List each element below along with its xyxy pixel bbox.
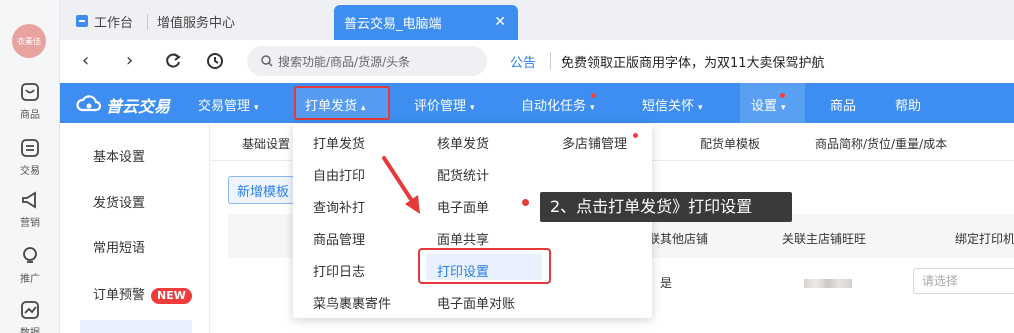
- nav-automation-label: 自动化任务: [521, 99, 587, 114]
- multi-shop-dot: [633, 133, 638, 138]
- chevron-down-icon: ▾: [254, 103, 259, 113]
- menu-item-query-reprint[interactable]: 查询补打: [313, 197, 365, 216]
- nav-sms-label: 短信关怀: [642, 99, 695, 114]
- product-icon: [21, 83, 39, 101]
- tab-workbench[interactable]: 工作台: [75, 10, 133, 32]
- tab-separator: [147, 14, 148, 30]
- chevron-down-icon: ▾: [590, 103, 595, 113]
- menu-item-waybill-share[interactable]: 面单共享: [437, 229, 489, 248]
- th-main-shop-wangwang: 关联主店铺旺旺: [782, 232, 867, 246]
- subtab-product-abbr[interactable]: 商品简称/货位/重量/成本: [815, 135, 947, 152]
- refresh-icon[interactable]: [164, 52, 182, 70]
- nav-trade-mgmt-label: 交易管理: [198, 99, 251, 114]
- logo-text: 普云交易: [106, 97, 171, 116]
- sidebar-active-item[interactable]: [80, 320, 192, 333]
- rail-item-marketing[interactable]: 营销: [0, 190, 60, 229]
- nav-sms-care[interactable]: 短信关怀 ▾: [642, 95, 703, 114]
- new-badge: NEW: [151, 288, 192, 304]
- back-icon[interactable]: ‹: [82, 50, 89, 71]
- new-template-button[interactable]: 新增模板: [228, 176, 298, 204]
- menu-item-cainiao-send[interactable]: 菜鸟裹裹寄件: [313, 293, 391, 312]
- rail-item-trade[interactable]: 交易: [0, 138, 60, 177]
- tab-value-added[interactable]: 增值服务中心: [157, 10, 235, 32]
- menu-item-multi-shop[interactable]: 多店铺管理: [562, 133, 627, 152]
- nav-automation[interactable]: 自动化任务 ▾: [521, 95, 595, 114]
- marketing-icon: [22, 191, 36, 209]
- chevron-up-icon: ▴: [361, 103, 366, 113]
- rail-label-promotion: 推广: [20, 274, 40, 285]
- nav-dadan-fahuo[interactable]: 打单发货 ▴: [305, 95, 366, 114]
- nav-trade-mgmt[interactable]: 交易管理 ▾: [198, 95, 259, 114]
- logo[interactable]: 普云交易: [76, 93, 170, 117]
- main-nav: 普云交易 交易管理 ▾ 打单发货 ▴ 评价管理 ▾ 自动化任务 ▾ 短信关怀 ▾ 设置 ▾ …: [60, 83, 1014, 123]
- chevron-down-icon: ▾: [470, 103, 475, 113]
- search-input[interactable]: 搜索功能/商品/货源/头条: [247, 46, 487, 76]
- tab-value-added-label: 增值服务中心: [157, 15, 236, 31]
- promotion-icon: [23, 247, 37, 263]
- blurred-shop-name: [804, 279, 852, 288]
- avatar[interactable]: 衣素佳: [12, 24, 46, 58]
- search-icon: [261, 55, 273, 67]
- nav-settings-dot: [780, 93, 785, 98]
- subtab-picklist-template[interactable]: 配货单模板: [700, 135, 760, 152]
- nav-settings[interactable]: 设置 ▾: [751, 95, 786, 114]
- print-settings-highlight-box: [418, 248, 551, 284]
- home-icon: [76, 15, 88, 27]
- sidebar-item-basic[interactable]: 基本设置: [93, 146, 145, 165]
- sidebar-item-phrases[interactable]: 常用短语: [93, 237, 145, 256]
- menu-item-check-ship[interactable]: 核单发货: [437, 133, 489, 152]
- sidebar-item-order-alert[interactable]: 订单预警 NEW: [93, 284, 192, 304]
- data-icon: [21, 301, 39, 319]
- app-rail: 衣素佳 商品 交易 营销 推广 数据: [0, 0, 60, 333]
- chevron-down-icon: ▾: [698, 103, 703, 113]
- notice-text[interactable]: 免费领取正版商用字体，为双11大卖保驾护航: [561, 52, 825, 71]
- th-link-other-shops: 联其他店铺: [648, 232, 709, 246]
- tab-active-trade[interactable]: 普云交易_电脑端 ✕: [334, 5, 518, 40]
- rail-label-product: 商品: [20, 110, 40, 121]
- settings-sidebar: 基本设置 发货设置 常用短语 订单预警 NEW: [60, 123, 210, 333]
- rail-label-trade: 交易: [20, 166, 40, 177]
- forward-icon[interactable]: ›: [126, 50, 133, 71]
- trade-icon: [21, 139, 39, 157]
- menu-item-product-mgmt[interactable]: 商品管理: [313, 229, 365, 248]
- menu-item-waybill-reconcile[interactable]: 电子面单对账: [437, 293, 515, 312]
- menu-item-picking-stats[interactable]: 配货统计: [437, 165, 489, 184]
- nav-product[interactable]: 商品: [830, 95, 856, 114]
- annotation-dot: [522, 199, 529, 206]
- menu-item-print-log[interactable]: 打印日志: [313, 261, 365, 280]
- tab-bar: 工作台 增值服务中心 普云交易_电脑端 ✕: [60, 0, 1014, 40]
- chevron-down-icon: ▾: [781, 103, 786, 113]
- tab-workbench-label: 工作台: [94, 15, 134, 31]
- history-icon[interactable]: [206, 52, 224, 70]
- subtab-basic[interactable]: 基础设置: [242, 135, 290, 152]
- close-icon[interactable]: ✕: [494, 14, 506, 30]
- nav-settings-label: 设置: [751, 99, 778, 114]
- rail-label-data: 数据: [20, 328, 40, 333]
- rail-item-data[interactable]: 数据: [0, 300, 60, 333]
- cloud-logo-icon: [76, 95, 102, 112]
- nav-review-label: 评价管理: [414, 99, 467, 114]
- rail-label-marketing: 营销: [20, 218, 40, 229]
- rail-item-promotion[interactable]: 推广: [0, 246, 60, 285]
- cell-linked-value: 是: [660, 276, 673, 290]
- nav-dadan-label: 打单发货: [305, 99, 358, 114]
- notice-separator: [550, 52, 551, 70]
- notice-link[interactable]: 公告: [510, 52, 536, 71]
- menu-item-e-waybill[interactable]: 电子面单: [437, 197, 489, 216]
- nav-review-mgmt[interactable]: 评价管理 ▾: [414, 95, 475, 114]
- annotation-tooltip: 2、点击打单发货》打印设置: [540, 192, 792, 222]
- tab-active-label: 普云交易_电脑端: [344, 17, 442, 32]
- printer-select[interactable]: 请选择: [913, 268, 1014, 294]
- sidebar-item-order-alert-label: 订单预警: [93, 288, 146, 303]
- sidebar-item-shipping[interactable]: 发货设置: [93, 192, 145, 211]
- th-bind-printer: 绑定打印机: [955, 232, 1014, 246]
- menu-item-free-print[interactable]: 自由打印: [313, 165, 365, 184]
- nav-automation-dot: [591, 93, 596, 98]
- search-placeholder: 搜索功能/商品/货源/头条: [278, 54, 411, 69]
- nav-help[interactable]: 帮助: [895, 95, 921, 114]
- menu-item-dadan-fahuo[interactable]: 打单发货: [313, 133, 365, 152]
- toolbar: ‹ › 搜索功能/商品/货源/头条 公告 免费领取正版商用字体，为双11大卖保驾…: [60, 40, 1014, 82]
- rail-item-product[interactable]: 商品: [0, 82, 60, 121]
